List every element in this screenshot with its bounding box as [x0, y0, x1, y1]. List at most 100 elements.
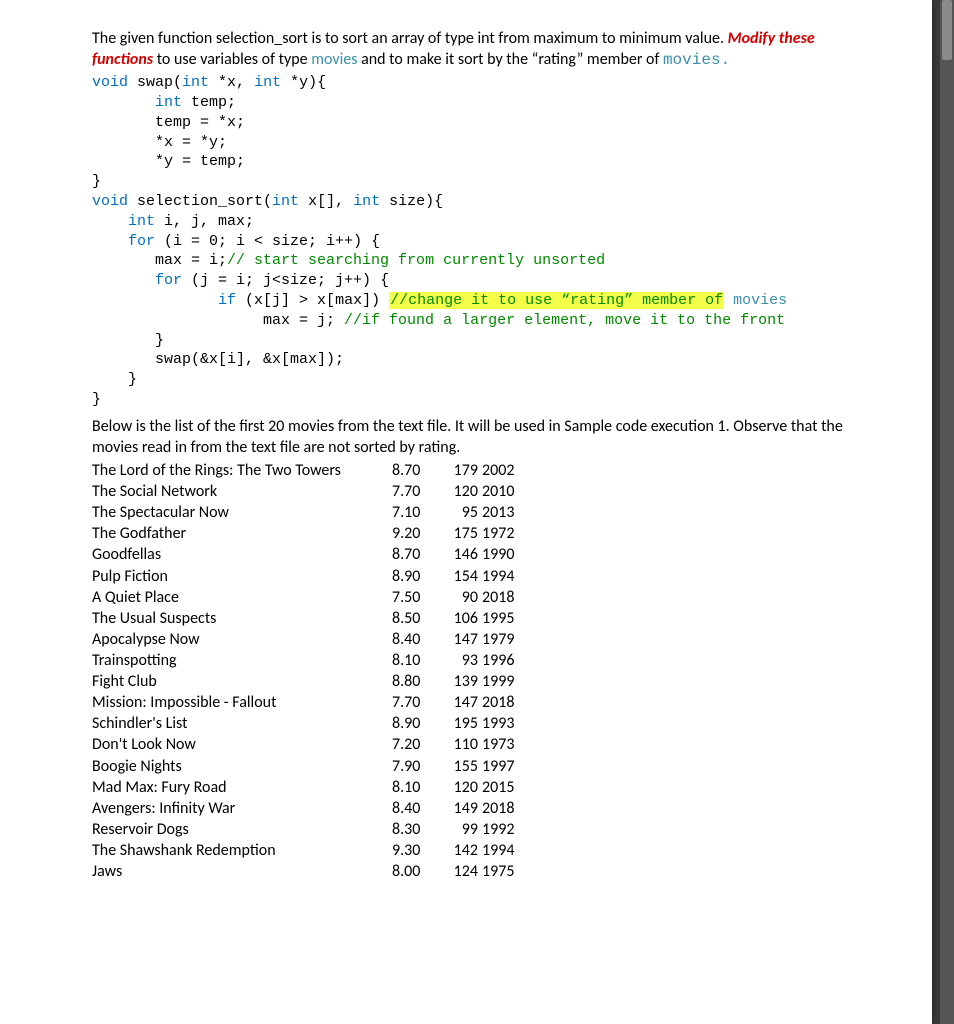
movie-rating: 8.90	[392, 713, 440, 734]
sort-end: size){	[380, 193, 443, 210]
below-paragraph: Below is the list of the first 20 movies…	[92, 416, 876, 458]
movie-year: 2018	[482, 692, 528, 713]
movie-title: Don't Look Now	[92, 734, 392, 755]
movie-row: Mission: Impossible - Fallout7.701472018	[92, 692, 876, 713]
movie-title: Boogie Nights	[92, 756, 392, 777]
movie-year: 1990	[482, 544, 528, 565]
scrollbar-thumb[interactable]	[942, 0, 952, 60]
swap-l4: *x = *y;	[155, 134, 227, 151]
movie-rating: 7.70	[392, 481, 440, 502]
intro-text-1: The given function selection_sort is to …	[92, 29, 728, 48]
movie-rating: 8.10	[392, 650, 440, 671]
movie-runtime: 146	[440, 544, 482, 565]
movie-runtime: 110	[440, 734, 482, 755]
maxj: max = j;	[263, 312, 344, 329]
movie-year: 1995	[482, 608, 528, 629]
swap-mid: *x,	[209, 74, 254, 91]
movie-rating: 9.30	[392, 840, 440, 861]
swap-l2: temp;	[182, 94, 236, 111]
movie-year: 1972	[482, 523, 528, 544]
document-page: The given function selection_sort is to …	[0, 0, 932, 1024]
movie-rating: 8.40	[392, 629, 440, 650]
movie-runtime: 120	[440, 777, 482, 798]
movie-row: The Social Network7.701202010	[92, 481, 876, 502]
kw-int-decl: int	[128, 213, 155, 230]
movie-year: 2002	[482, 460, 528, 481]
movie-rating: 8.30	[392, 819, 440, 840]
movie-runtime: 90	[440, 587, 482, 608]
code-block-swap: void swap( int *x, int *y){ int temp; tem…	[92, 73, 876, 410]
movie-row: The Usual Suspects8.501061995	[92, 608, 876, 629]
movie-year: 2013	[482, 502, 528, 523]
movie-runtime: 149	[440, 798, 482, 819]
movie-row: The Godfather9.201751972	[92, 523, 876, 544]
movies-type-2: movies	[663, 51, 721, 69]
sort-mid: x[],	[299, 193, 353, 210]
movie-title: Mission: Impossible - Fallout	[92, 692, 392, 713]
movie-title: Apocalypse Now	[92, 629, 392, 650]
movie-rating: 7.10	[392, 502, 440, 523]
movie-row: Apocalypse Now8.401471979	[92, 629, 876, 650]
movie-year: 1975	[482, 861, 528, 882]
close-for: }	[128, 371, 137, 388]
for1-body: (i = 0; i < size; i++) {	[155, 233, 380, 250]
swap-close: }	[92, 173, 101, 190]
scrollbar[interactable]	[940, 0, 954, 1024]
movie-row: Schindler's List8.901951993	[92, 713, 876, 734]
movie-row: The Spectacular Now7.10952013	[92, 502, 876, 523]
movie-table: The Lord of the Rings: The Two Towers8.7…	[92, 460, 876, 882]
movie-year: 1997	[482, 756, 528, 777]
kw-int-sort2: int	[353, 193, 380, 210]
movie-row: The Lord of the Rings: The Two Towers8.7…	[92, 460, 876, 481]
movie-row: A Quiet Place7.50902018	[92, 587, 876, 608]
swap-call: swap(&x[i], &x[max]);	[155, 351, 344, 368]
max-line: max = i;	[155, 252, 227, 269]
kw-int-temp: int	[155, 94, 182, 111]
movie-rating: 8.40	[392, 798, 440, 819]
movie-rating: 8.90	[392, 566, 440, 587]
movie-runtime: 147	[440, 629, 482, 650]
sort-name: selection_sort(	[128, 193, 272, 210]
movie-year: 1973	[482, 734, 528, 755]
movie-year: 2018	[482, 587, 528, 608]
movie-year: 1994	[482, 840, 528, 861]
movie-row: Fight Club8.801391999	[92, 671, 876, 692]
movie-runtime: 124	[440, 861, 482, 882]
movie-row: Boogie Nights7.901551997	[92, 756, 876, 777]
movie-year: 1992	[482, 819, 528, 840]
kw-void-sort: void	[92, 193, 128, 210]
movie-rating: 7.20	[392, 734, 440, 755]
movie-runtime: 179	[440, 460, 482, 481]
movie-title: The Godfather	[92, 523, 392, 544]
intro-text-3: and to make it sort by the “rating” memb…	[357, 50, 662, 69]
movie-title: Schindler's List	[92, 713, 392, 734]
movie-rating: 8.70	[392, 544, 440, 565]
movie-runtime: 154	[440, 566, 482, 587]
movie-title: The Shawshank Redemption	[92, 840, 392, 861]
movie-rating: 7.90	[392, 756, 440, 777]
movie-row: Trainspotting8.10931996	[92, 650, 876, 671]
movie-rating: 8.80	[392, 671, 440, 692]
movie-row: Jaws8.001241975	[92, 861, 876, 882]
movie-runtime: 155	[440, 756, 482, 777]
close-inner: }	[155, 332, 164, 349]
movie-year: 1999	[482, 671, 528, 692]
movie-row: Avengers: Infinity War8.401492018	[92, 798, 876, 819]
movie-title: Goodfellas	[92, 544, 392, 565]
movie-row: Don't Look Now7.201101973	[92, 734, 876, 755]
swap-l3: temp = *x;	[155, 114, 245, 131]
movie-year: 2010	[482, 481, 528, 502]
movie-title: Jaws	[92, 861, 392, 882]
movie-title: A Quiet Place	[92, 587, 392, 608]
movie-rating: 9.20	[392, 523, 440, 544]
movie-runtime: 142	[440, 840, 482, 861]
movie-rating: 7.70	[392, 692, 440, 713]
sort-decl: i, j, max;	[155, 213, 254, 230]
swap-name: swap(	[128, 74, 182, 91]
movie-title: The Spectacular Now	[92, 502, 392, 523]
movie-title: The Usual Suspects	[92, 608, 392, 629]
swap-end: *y){	[281, 74, 326, 91]
movie-rating: 7.50	[392, 587, 440, 608]
movie-title: Fight Club	[92, 671, 392, 692]
for2-body: (j = i; j<size; j++) {	[182, 272, 389, 289]
